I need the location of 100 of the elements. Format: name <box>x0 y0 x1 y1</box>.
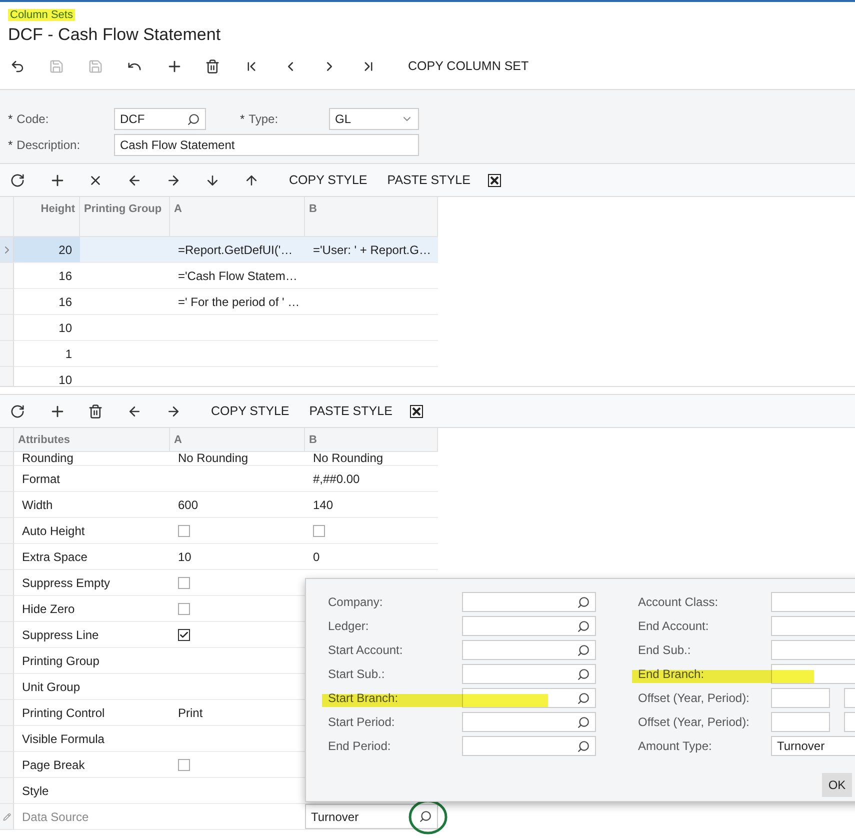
row-selector[interactable] <box>0 622 14 648</box>
arrow-right-icon <box>166 404 181 418</box>
arrow-right-icon <box>166 172 181 188</box>
checkbox[interactable] <box>313 524 325 536</box>
trash-icon <box>88 404 103 418</box>
row-selector[interactable] <box>0 341 14 367</box>
lookup-field[interactable] <box>462 712 596 732</box>
lookup-field[interactable] <box>462 664 596 684</box>
field-label: End Account: <box>638 619 709 633</box>
row-selector[interactable] <box>0 544 14 570</box>
table-cell: Rounding <box>14 452 170 466</box>
edit-icon <box>2 812 10 820</box>
column-header[interactable]: Height <box>14 197 80 237</box>
copy-button[interactable]: COPY COLUMN SET <box>398 52 539 80</box>
field-label: End Branch: <box>638 667 704 681</box>
field-label: Company: <box>328 595 383 609</box>
row-selector[interactable] <box>0 466 14 492</box>
search-icon <box>577 692 590 704</box>
row-selector[interactable] <box>0 315 14 341</box>
checkbox[interactable] <box>178 524 190 536</box>
description-field[interactable]: Cash Flow Statement <box>114 134 419 156</box>
lookup-field[interactable]: Turnover <box>305 804 438 829</box>
ok-button[interactable]: OK <box>822 773 852 797</box>
toolbar-button[interactable]: COPY STYLE <box>201 397 300 425</box>
search-icon <box>577 668 590 680</box>
row-selector[interactable] <box>0 726 14 752</box>
field-label: Offset (Year, Period): <box>638 715 750 729</box>
save-icon <box>49 58 64 74</box>
input-field[interactable] <box>771 712 830 732</box>
row-selector[interactable] <box>0 778 14 804</box>
field-label: Start Period: <box>328 715 395 729</box>
excel-icon[interactable] <box>488 174 502 186</box>
row-selector[interactable] <box>0 648 14 674</box>
search-icon <box>577 620 590 632</box>
checkbox[interactable] <box>178 576 190 588</box>
column-header[interactable]: Attributes <box>14 428 170 452</box>
row-selector[interactable] <box>0 263 14 289</box>
field-label: Start Branch: <box>328 691 398 705</box>
breadcrumb-link[interactable]: Column Sets <box>8 9 75 21</box>
lookup-field[interactable] <box>462 736 596 756</box>
field-label: Start Sub.: <box>328 667 385 681</box>
table-cell: =Report.GetDefUI('… <box>170 237 305 263</box>
row-selector[interactable] <box>0 570 14 596</box>
input-field[interactable]: Turnover <box>771 736 855 756</box>
row-selector[interactable] <box>0 752 14 778</box>
search-icon <box>577 644 590 656</box>
search-icon <box>577 740 590 752</box>
lookup-field[interactable] <box>462 616 596 636</box>
field-label: Start Account: <box>328 643 403 657</box>
field-label: Code: <box>16 112 49 126</box>
search-icon <box>577 596 590 608</box>
refresh-icon <box>10 404 25 418</box>
type-dropdown[interactable]: GL <box>329 108 419 130</box>
row-selector[interactable] <box>0 237 14 263</box>
page-title: DCF - Cash Flow Statement <box>8 25 222 45</box>
row-selector[interactable] <box>0 596 14 622</box>
table-cell: No Rounding <box>170 452 305 466</box>
lookup-field[interactable] <box>462 592 596 612</box>
row-selector[interactable] <box>0 700 14 726</box>
search-icon <box>419 810 432 823</box>
row-selector[interactable] <box>0 452 14 466</box>
table-cell: ='User: ' + Report.G… <box>305 237 438 263</box>
field-label: Ledger: <box>328 619 369 633</box>
row-selector[interactable] <box>0 804 14 830</box>
required-mark: * <box>240 112 245 126</box>
toolbar-button[interactable]: COPY STYLE <box>279 166 378 194</box>
save-icon <box>88 58 103 74</box>
excel-icon[interactable] <box>410 404 424 418</box>
checkbox[interactable] <box>178 602 190 614</box>
required-mark: * <box>8 138 13 152</box>
code-field[interactable]: DCF <box>114 108 206 130</box>
field-label: Description: <box>16 138 80 152</box>
column-header[interactable]: A <box>170 197 305 237</box>
field-label: Account Class: <box>638 595 718 609</box>
trash-icon <box>205 58 220 74</box>
table-cell: No Rounding <box>305 452 438 466</box>
field-label: Type: <box>248 112 278 126</box>
field-label: End Period: <box>328 739 391 753</box>
input-field[interactable] <box>771 688 830 708</box>
column-header[interactable]: B <box>305 428 438 452</box>
column-header[interactable]: A <box>170 428 305 452</box>
field-label: End Sub.: <box>638 643 691 657</box>
field-label: Amount Type: <box>638 739 712 753</box>
search-icon <box>577 716 590 728</box>
row-selector[interactable] <box>0 674 14 700</box>
column-header[interactable]: B <box>305 197 438 237</box>
required-mark: * <box>8 112 13 126</box>
toolbar-button[interactable]: PASTE STYLE <box>299 397 402 425</box>
row-selector[interactable] <box>0 367 14 386</box>
row-selector[interactable] <box>0 518 14 544</box>
table-cell: 20 <box>14 237 80 263</box>
refresh-icon <box>10 172 25 188</box>
checkbox[interactable] <box>178 628 190 640</box>
field-label: Offset (Year, Period): <box>638 691 750 705</box>
row-selector[interactable] <box>0 289 14 315</box>
lookup-field[interactable] <box>462 640 596 660</box>
column-header[interactable]: Printing Group <box>80 197 170 237</box>
toolbar-button[interactable]: PASTE STYLE <box>377 166 480 194</box>
checkbox[interactable] <box>178 758 190 770</box>
row-selector[interactable] <box>0 492 14 518</box>
